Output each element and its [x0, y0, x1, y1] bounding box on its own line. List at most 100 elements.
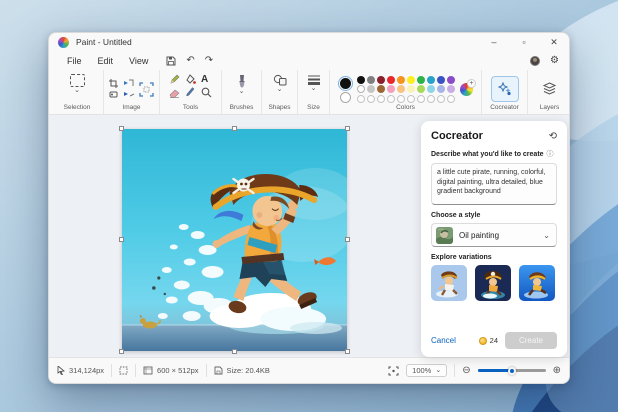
- fill-tool-icon[interactable]: [185, 74, 196, 85]
- custom-color-slot[interactable]: [367, 95, 375, 103]
- variations-label: Explore variations: [431, 254, 492, 261]
- color-swatch[interactable]: [447, 85, 455, 93]
- text-tool-icon[interactable]: A: [201, 74, 212, 85]
- menu-file[interactable]: File: [59, 54, 90, 68]
- resize-handle-n[interactable]: [232, 126, 237, 131]
- color-swatch[interactable]: [387, 85, 395, 93]
- settings-gear-icon[interactable]: ⚙: [550, 55, 559, 66]
- color-swatch[interactable]: [407, 85, 415, 93]
- canvas-size-value: 600 × 512px: [157, 366, 199, 375]
- color-swatch[interactable]: [437, 85, 445, 93]
- color-swatch[interactable]: [397, 76, 405, 84]
- cocreator-sparkle-icon: [498, 82, 512, 96]
- create-button[interactable]: Create: [505, 332, 557, 349]
- menu-view[interactable]: View: [121, 54, 156, 68]
- resize-handle-ne[interactable]: [345, 126, 350, 131]
- resize-handle-nw[interactable]: [119, 126, 124, 131]
- custom-color-slot[interactable]: [357, 95, 365, 103]
- section-image: Image: [103, 70, 159, 114]
- redo-button[interactable]: ↷: [205, 55, 213, 66]
- color-swatch[interactable]: [367, 76, 375, 84]
- magnifier-tool-icon[interactable]: [201, 87, 212, 98]
- color-swatch[interactable]: [417, 85, 425, 93]
- fit-to-window-icon[interactable]: [388, 366, 399, 376]
- save-button[interactable]: [166, 56, 176, 66]
- color-swatch[interactable]: [377, 85, 385, 93]
- variation-2[interactable]: [475, 265, 511, 301]
- custom-color-slot[interactable]: [377, 95, 385, 103]
- eyedropper-tool-icon[interactable]: [185, 87, 195, 98]
- account-avatar[interactable]: [530, 56, 540, 66]
- rotate-icon[interactable]: [109, 90, 118, 99]
- color-swatch[interactable]: [357, 76, 365, 84]
- color-swatch[interactable]: [427, 76, 435, 84]
- color-swatch[interactable]: [417, 76, 425, 84]
- current-color-foreground[interactable]: [338, 76, 353, 91]
- close-button[interactable]: ✕: [539, 33, 569, 51]
- chevron-down-icon: ⌄: [311, 86, 317, 92]
- style-dropdown[interactable]: Oil painting ⌄: [431, 223, 557, 247]
- cocreator-button[interactable]: [491, 76, 519, 102]
- info-icon[interactable]: ⓘ: [547, 149, 554, 159]
- variation-3[interactable]: [519, 265, 555, 301]
- color-swatch[interactable]: [447, 76, 455, 84]
- resize-handle-se[interactable]: [345, 349, 350, 354]
- color-swatch[interactable]: [357, 85, 365, 93]
- window-title: Paint - Untitled: [76, 37, 132, 47]
- custom-color-slot[interactable]: [417, 95, 425, 103]
- custom-color-slot[interactable]: [437, 95, 445, 103]
- zoom-slider-knob[interactable]: [508, 367, 516, 375]
- color-swatch[interactable]: [367, 85, 375, 93]
- resize-handle-s[interactable]: [232, 349, 237, 354]
- minimize-button[interactable]: –: [479, 33, 509, 51]
- resize-handle-e[interactable]: [345, 237, 350, 242]
- palette-row-2[interactable]: [357, 85, 455, 93]
- palette-row-custom[interactable]: [357, 95, 455, 103]
- resize-handle-sw[interactable]: [119, 349, 124, 354]
- maximize-button[interactable]: ▫: [509, 33, 539, 51]
- color-swatch[interactable]: [387, 76, 395, 84]
- brushes-tool[interactable]: ⌄: [236, 74, 248, 104]
- select-all-icon[interactable]: [139, 82, 154, 97]
- selection-tool[interactable]: ⌄: [70, 74, 85, 104]
- cancel-button[interactable]: Cancel: [431, 336, 456, 345]
- undo-button[interactable]: ↶: [186, 55, 194, 66]
- size-tool[interactable]: ⌄: [307, 74, 321, 104]
- canvas[interactable]: [122, 129, 347, 351]
- layers-button[interactable]: [536, 76, 564, 102]
- style-label: Choose a style: [431, 212, 480, 219]
- resize-handle-w[interactable]: [119, 237, 124, 242]
- style-thumbnail: [436, 227, 453, 244]
- zoom-out-icon[interactable]: ⊖: [462, 365, 470, 376]
- custom-color-slot[interactable]: [447, 95, 455, 103]
- flip-icon[interactable]: [124, 90, 135, 99]
- variation-1[interactable]: [431, 265, 467, 301]
- color-swatch[interactable]: [427, 85, 435, 93]
- zoom-slider[interactable]: [478, 369, 546, 372]
- resize-icon[interactable]: [124, 79, 135, 88]
- cursor-coords-value: 314,124px: [69, 366, 104, 375]
- title-bar[interactable]: Paint - Untitled – ▫ ✕: [49, 33, 569, 51]
- prompt-input[interactable]: a little cute pirate, running, colorful,…: [431, 163, 557, 205]
- menu-edit[interactable]: Edit: [90, 54, 122, 68]
- color-swatch[interactable]: [437, 76, 445, 84]
- color-swatch[interactable]: [397, 85, 405, 93]
- history-icon[interactable]: ⟲: [549, 131, 557, 142]
- color-swatch[interactable]: [377, 76, 385, 84]
- custom-color-slot[interactable]: [407, 95, 415, 103]
- custom-color-slot[interactable]: [427, 95, 435, 103]
- custom-color-slot[interactable]: [397, 95, 405, 103]
- color-swatch[interactable]: [407, 76, 415, 84]
- palette-row-1[interactable]: [357, 76, 455, 84]
- rectangle-select-icon: [70, 74, 85, 87]
- crop-icon[interactable]: [109, 79, 118, 88]
- zoom-in-icon[interactable]: ⊕: [553, 365, 561, 376]
- pencil-tool-icon[interactable]: [169, 74, 180, 85]
- current-color-background[interactable]: [340, 92, 351, 103]
- edit-colors-wheel-icon[interactable]: [460, 83, 473, 96]
- section-label: Size: [307, 104, 320, 112]
- zoom-level-dropdown[interactable]: 100% ⌄: [406, 364, 447, 377]
- eraser-tool-icon[interactable]: [169, 88, 180, 98]
- custom-color-slot[interactable]: [387, 95, 395, 103]
- shapes-tool[interactable]: ⌄: [273, 74, 287, 104]
